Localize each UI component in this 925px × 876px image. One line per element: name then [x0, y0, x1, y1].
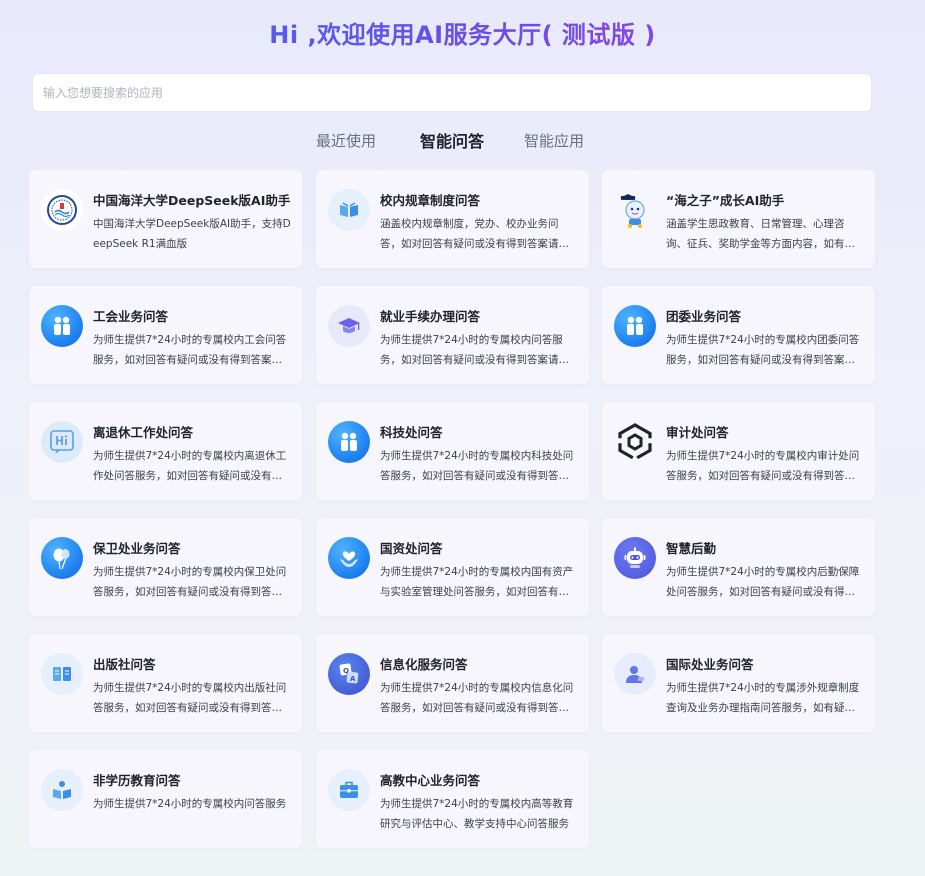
card-title: 高教中心业务问答: [380, 773, 481, 788]
card-title: “海之子”成长AI助手: [666, 193, 785, 208]
reader-icon: [41, 769, 83, 811]
card-title: 离退休工作处问答: [93, 425, 194, 440]
open-book-icon: [328, 189, 370, 231]
user-icon: [614, 653, 656, 695]
app-card-state-assets[interactable]: 国资处问答 为师生提供7*24小时的专属校内国有资产与实验室管理处问答服务，如对…: [316, 518, 589, 616]
app-card-employment[interactable]: 就业手续办理问答 为师生提供7*24小时的专属校内问答服务，如对回答有疑问或没有…: [316, 286, 589, 384]
app-card-non-degree[interactable]: 非学历教育问答 为师生提供7*24小时的专属校内问答服务: [29, 750, 302, 848]
app-card-press[interactable]: 出版社问答 为师生提供7*24小时的专属校内出版社问答服务，如对回答有疑问或没有…: [29, 634, 302, 732]
university-seal-icon: [41, 189, 83, 231]
card-title: 出版社问答: [93, 657, 156, 672]
robot-icon: [614, 537, 656, 579]
card-description: 中国海洋大学DeepSeek版AI助手，支持DeepSeek R1满血版: [93, 218, 291, 250]
card-description: 涵盖校内规章制度，党办、校办业务问答，如对回答有疑问或没有得到答案请联系相关部门: [380, 218, 569, 250]
graduation-cap-icon: [328, 305, 370, 347]
qa-cards-icon: Q A: [328, 653, 370, 695]
app-card-retirement[interactable]: 离退休工作处问答 为师生提供7*24小时的专属校内离退休工作处问答服务，如对回答…: [29, 402, 302, 500]
card-description: 为师生提供7*24小时的专属校内后勤保障处问答服务，如对回答有疑问或没有得到答案…: [666, 566, 860, 598]
app-card-international[interactable]: 国际处业务问答 为师生提供7*24小时的专属涉外规章制度查询及业务办理指南问答服…: [602, 634, 875, 732]
page-title: Hi ,欢迎使用AI服务大厅( 测试版 ): [0, 18, 925, 52]
card-title: 中国海洋大学DeepSeek版AI助手: [93, 193, 291, 208]
card-title: 保卫处业务问答: [93, 541, 181, 556]
card-description: 为师生提供7*24小时的专属校内国有资产与实验室管理处问答服务，如对回答有疑问请…: [380, 566, 574, 598]
hexagon-logo-icon: [614, 421, 656, 463]
card-title: 审计处问答: [666, 425, 729, 440]
card-description: 为师生提供7*24小时的专属校内审计处问答服务，如对回答有疑问或没有得到答案请联…: [666, 450, 860, 482]
briefcase-icon: [328, 769, 370, 811]
app-card-haizhizi[interactable]: “海之子”成长AI助手 涵盖学生思政教育、日常管理、心理咨询、征兵、奖助学金等方…: [602, 170, 875, 268]
card-description: 为师生提供7*24小时的专属校内团委问答服务，如对回答有疑问或没有得到答案请联系…: [666, 334, 860, 366]
card-description: 为师生提供7*24小时的专属校内科技处问答服务，如对回答有疑问或没有得到答案请联…: [380, 450, 574, 482]
app-card-ouc-deepseek[interactable]: 中国海洋大学DeepSeek版AI助手 中国海洋大学DeepSeek版AI助手，…: [29, 170, 302, 268]
hands-heart-icon: [328, 537, 370, 579]
app-card-higher-ed-center[interactable]: 高教中心业务问答 为师生提供7*24小时的专属校内高等教育研究与评估中心、教学支…: [316, 750, 589, 848]
app-card-labor-union[interactable]: 工会业务问答 为师生提供7*24小时的专属校内工会问答服务，如对回答有疑问或没有…: [29, 286, 302, 384]
app-card-regulations[interactable]: 校内规章制度问答 涵盖校内规章制度，党办、校办业务问答，如对回答有疑问或没有得到…: [316, 170, 589, 268]
tab-recent[interactable]: 最近使用: [316, 130, 376, 151]
tab-smart-qa[interactable]: 智能问答: [420, 128, 484, 152]
card-description: 涵盖学生思政教育、日常管理、心理咨询、征兵、奖助学金等方面内容，如有疑问请联系学…: [666, 218, 855, 250]
card-title: 国资处问答: [380, 541, 443, 556]
app-card-audit[interactable]: 审计处问答 为师生提供7*24小时的专属校内审计处问答服务，如对回答有疑问或没有…: [602, 402, 875, 500]
svg-text:Q: Q: [343, 667, 349, 675]
app-card-youth-league[interactable]: 团委业务问答 为师生提供7*24小时的专属校内团委问答服务，如对回答有疑问或没有…: [602, 286, 875, 384]
balloon-icon: [41, 537, 83, 579]
card-description: 为师生提供7*24小时的专属校内问答服务，如对回答有疑问或没有得到答案请联系就业…: [380, 334, 569, 366]
card-description: 为师生提供7*24小时的专属校内工会问答服务，如对回答有疑问或没有得到答案请联系…: [93, 334, 287, 366]
app-card-logistics[interactable]: 智慧后勤 为师生提供7*24小时的专属校内后勤保障处问答服务，如对回答有疑问或没…: [602, 518, 875, 616]
card-description: 为师生提供7*24小时的专属校内高等教育研究与评估中心、教学支持中心问答服务: [380, 798, 574, 830]
hi-bubble-icon: [41, 421, 83, 463]
card-description: 为师生提供7*24小时的专属涉外规章制度查询及业务办理指南问答服务，如有疑问请联…: [666, 682, 860, 714]
people-icon: [328, 421, 370, 463]
card-description: 为师生提供7*24小时的专属校内信息化问答服务，如对回答有疑问或没有得到答案请联…: [380, 682, 574, 714]
card-title: 科技处问答: [380, 425, 443, 440]
card-title: 国际处业务问答: [666, 657, 754, 672]
app-card-informatization[interactable]: Q A 信息化服务问答 为师生提供7*24小时的专属校内信息化问答服务，如对回答…: [316, 634, 589, 732]
svg-text:A: A: [350, 675, 356, 683]
card-title: 信息化服务问答: [380, 657, 468, 672]
card-description: 为师生提供7*24小时的专属校内问答服务: [93, 798, 287, 810]
card-title: 团委业务问答: [666, 309, 742, 324]
card-title: 智慧后勤: [666, 541, 717, 556]
card-title: 工会业务问答: [93, 309, 169, 324]
card-title: 非学历教育问答: [93, 773, 181, 788]
search-input[interactable]: [32, 73, 872, 112]
mascot-icon: [614, 189, 656, 231]
app-card-science-tech[interactable]: 科技处问答 为师生提供7*24小时的专属校内科技处问答服务，如对回答有疑问或没有…: [316, 402, 589, 500]
card-description: 为师生提供7*24小时的专属校内保卫处问答服务，如对回答有疑问或没有得到答案请联…: [93, 566, 287, 598]
app-card-security[interactable]: 保卫处业务问答 为师生提供7*24小时的专属校内保卫处问答服务，如对回答有疑问或…: [29, 518, 302, 616]
card-title: 就业手续办理问答: [380, 309, 481, 324]
people-icon: [614, 305, 656, 347]
card-description: 为师生提供7*24小时的专属校内出版社问答服务，如对回答有疑问或没有得到答案请联…: [93, 682, 287, 714]
tab-smart-apps[interactable]: 智能应用: [524, 130, 584, 151]
card-description: 为师生提供7*24小时的专属校内离退休工作处问答服务，如对回答有疑问或没有得到答…: [93, 450, 287, 482]
people-icon: [41, 305, 83, 347]
card-title: 校内规章制度问答: [380, 193, 481, 208]
tab-bar: 最近使用 智能问答 智能应用: [0, 128, 925, 154]
book-icon: [41, 653, 83, 695]
